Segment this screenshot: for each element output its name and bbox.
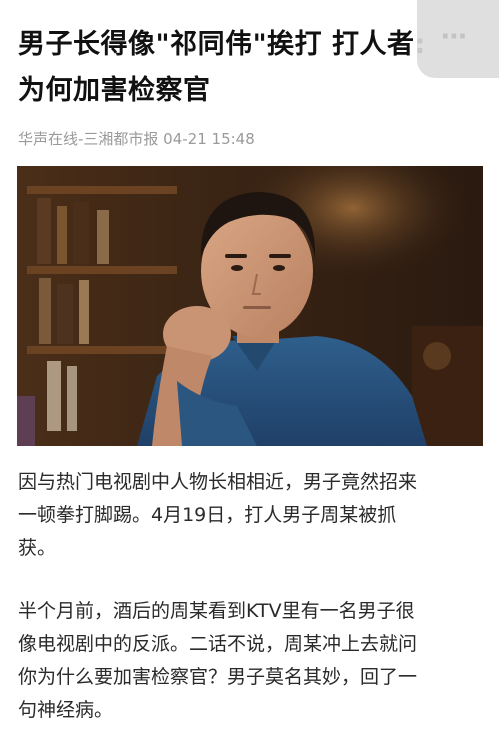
article: 男子长得像"祁同伟"挨打 打人者: 为何加害检察官 ⋯ 华声在线-三湘都市报 0… — [0, 0, 499, 733]
article-meta: 华声在线-三湘都市报 04-21 15:48 — [18, 130, 255, 148]
paragraph-line: 你为什么要加害检察官？男子莫名其妙，回了一 — [18, 666, 418, 688]
paragraph-line: 获。 — [18, 537, 57, 559]
article-paragraph-1: 因与热门电视剧中人物长相相近，男子竟然招来 一顿拳打脚踢。4月19日，打人男子周… — [18, 466, 483, 565]
article-photo[interactable] — [17, 166, 483, 446]
article-headline: 男子长得像"祁同伟"挨打 打人者: 为何加害检察官 — [18, 22, 448, 114]
article-paragraph-2: 半个月前，酒后的周某看到KTV里有一名男子很 像电视剧中的反派。二话不说，周某冲… — [18, 595, 483, 727]
headline-line-2: 为何加害检察官 — [18, 75, 211, 106]
paragraph-line: 像电视剧中的反派。二话不说，周某冲上去就问 — [18, 633, 418, 655]
more-button[interactable]: ⋯ — [417, 0, 499, 78]
man-portrait-image — [17, 166, 483, 446]
more-icon: ⋯ — [441, 22, 467, 52]
paragraph-line: 句神经病。 — [18, 699, 114, 721]
paragraph-line: 一顿拳打脚踢。4月19日，打人男子周某被抓 — [18, 504, 397, 526]
paragraph-line: 因与热门电视剧中人物长相相近，男子竟然招来 — [18, 471, 418, 493]
paragraph-line: 半个月前，酒后的周某看到KTV里有一名男子很 — [18, 600, 415, 622]
headline-line-1: 男子长得像"祁同伟"挨打 打人者: — [18, 29, 426, 60]
